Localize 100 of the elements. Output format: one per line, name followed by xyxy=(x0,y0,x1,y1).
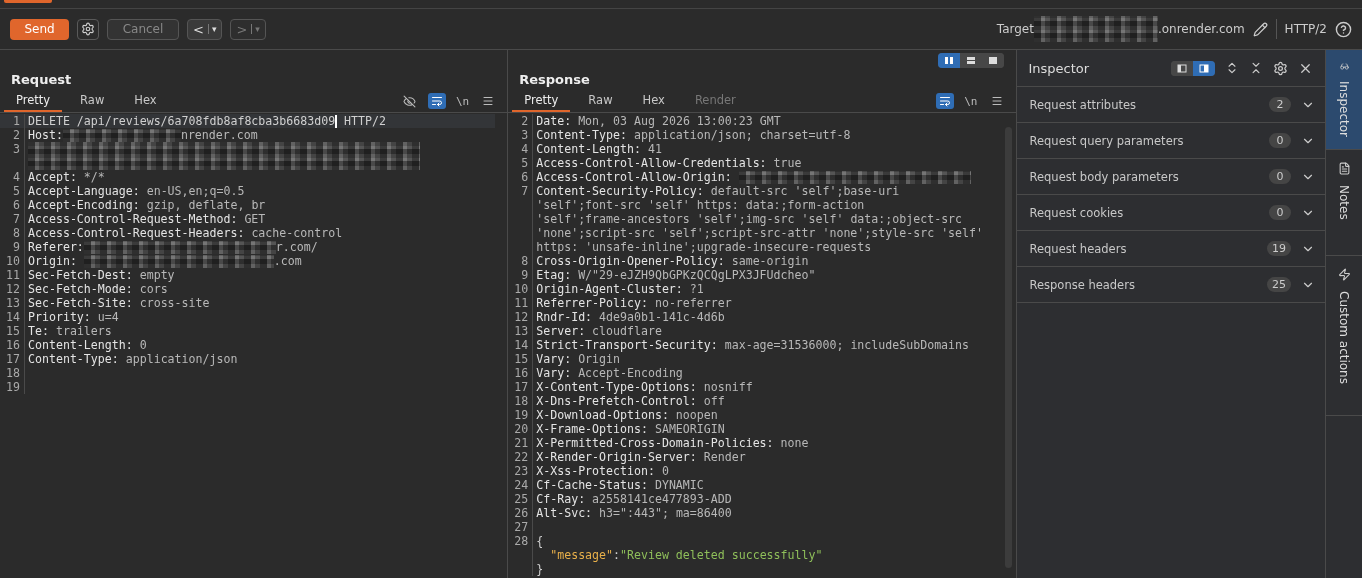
line-number: 3 xyxy=(508,128,534,142)
code-line: { xyxy=(535,534,544,548)
wrap-icon[interactable] xyxy=(936,93,955,109)
line-number: 22 xyxy=(508,450,534,464)
code-line: X-Content-Type-Options: nosniff xyxy=(535,380,753,394)
code-line: Server: cloudflare xyxy=(535,324,662,338)
pane-title: Request xyxy=(10,71,73,89)
code-line: Sec-Fetch-Site: cross-site xyxy=(27,296,210,310)
line-number: 14 xyxy=(0,310,25,324)
line-number: 10 xyxy=(508,282,534,296)
newline-toggle[interactable]: \n xyxy=(964,94,978,108)
code-line: Strict-Transport-Security: max-age=31536000; includeSubDomains xyxy=(535,338,970,352)
line-number: 5 xyxy=(508,156,534,170)
code-line: Content-Type: application/json xyxy=(27,352,238,366)
section-title[interactable]: Request query parameters xyxy=(1029,133,1184,148)
editor-tab[interactable]: Pretty xyxy=(512,90,571,112)
code-line: Etag: W/"29-eJZH9QbGPKzQCQgLPX3JFUdcheo" xyxy=(535,268,816,282)
editor-tab[interactable]: Raw xyxy=(68,90,117,112)
count-badge: 0 xyxy=(1269,205,1292,220)
code-line: Priority: u=4 xyxy=(27,310,119,324)
code-line: Alt-Svc: h3=":443"; ma=86400 xyxy=(535,506,732,520)
section-title[interactable]: Response headers xyxy=(1029,277,1135,292)
line-number: 24 xyxy=(508,478,534,492)
rows-icon xyxy=(965,56,976,65)
line-number: 9 xyxy=(508,268,534,282)
line-number: 21 xyxy=(508,436,534,450)
active-tab-indicator xyxy=(4,0,52,3)
code-line: Access-Control-Allow-Origin: xyxy=(533,170,971,184)
line-number: 26 xyxy=(508,506,534,520)
wrap-icon[interactable] xyxy=(428,93,446,109)
edit-icon[interactable] xyxy=(1252,21,1268,37)
count-badge: 25 xyxy=(1267,277,1292,292)
code-line: X-Render-Origin-Server: Render xyxy=(535,450,746,464)
glasses-icon xyxy=(1337,62,1351,71)
code-line: Content-Length: 41 xyxy=(535,142,662,156)
section-title[interactable]: Request cookies xyxy=(1029,205,1124,220)
line-number: 16 xyxy=(0,338,25,352)
line-number: 17 xyxy=(508,380,534,394)
columns-icon xyxy=(943,56,954,65)
line-number: 25 xyxy=(508,492,534,506)
line-number: 19 xyxy=(508,408,534,422)
line-number: 7 xyxy=(0,212,25,226)
line-number: 13 xyxy=(0,296,25,310)
code-line: X-Xss-Protection: 0 xyxy=(535,464,669,478)
line-number: 9 xyxy=(0,240,25,254)
code-line: Sec-Fetch-Dest: empty xyxy=(27,268,175,282)
code-line: Referrer-Policy: no-referrer xyxy=(535,296,732,310)
code-line: "message":"Review deleted successfully" xyxy=(549,548,823,562)
line-number: 12 xyxy=(0,282,25,296)
line-number: 13 xyxy=(508,324,534,338)
line-number: 16 xyxy=(508,366,534,380)
line-number: 6 xyxy=(508,170,534,184)
left-panel-icon xyxy=(1177,63,1188,73)
code-line: } xyxy=(535,562,544,576)
line-number: 4 xyxy=(508,142,534,156)
section-title[interactable]: Request body parameters xyxy=(1029,169,1179,184)
line-number: 18 xyxy=(0,366,25,380)
line-number: 15 xyxy=(508,352,534,366)
line-number: 18 xyxy=(508,394,534,408)
code-line: Cf-Cache-Status: DYNAMIC xyxy=(535,478,704,492)
line-number: 28 xyxy=(508,534,534,548)
code-line: Access-Control-Request-Headers: cache-control xyxy=(27,226,343,240)
editor-tab[interactable]: Hex xyxy=(630,90,677,112)
code-line: Accept: */* xyxy=(27,170,105,184)
settings-button[interactable] xyxy=(77,18,99,40)
code-line: X-Frame-Options: SAMEORIGIN xyxy=(535,422,725,436)
right-panel-icon xyxy=(1199,63,1210,73)
pane-title: Response xyxy=(518,71,591,89)
layout-toggle[interactable] xyxy=(937,53,960,68)
protocol-label: HTTP/2 xyxy=(1284,22,1327,36)
eye-off-icon[interactable] xyxy=(400,93,418,109)
editor-tab[interactable]: Hex xyxy=(122,90,169,112)
line-number: 2 xyxy=(0,128,25,142)
line-number: 2 xyxy=(508,114,534,128)
section-title[interactable]: Request attributes xyxy=(1029,97,1137,112)
code-line: Cf-Ray: a2558141ce477893-ADD xyxy=(535,492,732,506)
code-line: Cross-Origin-Opener-Policy: same-origin xyxy=(535,254,809,268)
line-number: 4 xyxy=(0,170,25,184)
help-icon[interactable] xyxy=(1335,20,1352,38)
side-tab[interactable]: Inspector xyxy=(1326,50,1362,150)
line-number: 10 xyxy=(0,254,25,268)
single-pane-icon xyxy=(987,56,998,65)
editor-tab[interactable]: Raw xyxy=(576,90,625,112)
editor-tab[interactable]: Pretty xyxy=(4,90,63,112)
line-number: 8 xyxy=(508,254,534,268)
document-icon xyxy=(1337,162,1351,175)
line-number: 15 xyxy=(0,324,25,338)
section-title[interactable]: Request headers xyxy=(1029,241,1127,256)
code-line: X-Dns-Prefetch-Control: off xyxy=(535,394,725,408)
line-number: 19 xyxy=(0,380,25,394)
newline-toggle[interactable]: \n xyxy=(456,94,470,108)
line-number: 27 xyxy=(508,520,534,534)
settings-icon[interactable] xyxy=(1273,60,1289,76)
code-line: Access-Control-Request-Method: GET xyxy=(27,212,266,226)
gear-icon xyxy=(81,22,95,36)
back-button[interactable]: < ▾ xyxy=(187,18,223,40)
line-number: 23 xyxy=(508,464,534,478)
code-line: Origin-Agent-Cluster: ?1 xyxy=(535,282,704,296)
layout-toggle[interactable] xyxy=(1193,60,1216,76)
code-line: Vary: Accept-Encoding xyxy=(535,366,683,380)
